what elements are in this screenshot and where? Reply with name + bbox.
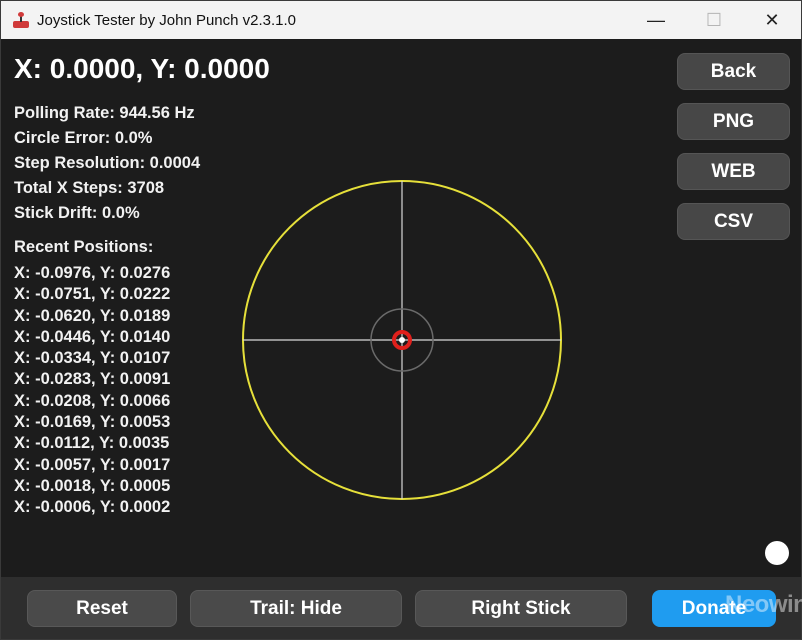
close-button[interactable]: ✕: [743, 1, 801, 39]
png-export-button[interactable]: PNG: [677, 103, 790, 140]
reset-button[interactable]: Reset: [27, 590, 177, 627]
csv-export-button[interactable]: CSV: [677, 203, 790, 240]
joystick-app-icon: [13, 12, 29, 28]
recent-positions-list: X: -0.0976, Y: 0.0276 X: -0.0751, Y: 0.0…: [14, 263, 170, 519]
recent-position-item: X: -0.0169, Y: 0.0053: [14, 413, 171, 432]
step-resolution: Step Resolution: 0.0004: [14, 154, 201, 172]
recent-position-item: X: -0.0057, Y: 0.0017: [14, 455, 171, 474]
recent-position-item: X: -0.0334, Y: 0.0107: [14, 349, 171, 368]
right-stick-button[interactable]: Right Stick: [415, 590, 627, 627]
app-window: Joystick Tester by John Punch v2.3.1.0 —…: [0, 0, 802, 640]
polling-rate: Polling Rate: 944.56 Hz: [14, 104, 195, 122]
recent-position-item: X: -0.0112, Y: 0.0035: [14, 434, 170, 453]
title-bar[interactable]: Joystick Tester by John Punch v2.3.1.0 —…: [1, 1, 801, 39]
minimize-button[interactable]: —: [627, 1, 685, 39]
stick-drift: Stick Drift: 0.0%: [14, 204, 140, 222]
recent-position-item: X: -0.0006, Y: 0.0002: [14, 498, 171, 517]
trail-toggle-button[interactable]: Trail: Hide: [190, 590, 402, 627]
stats-panel: Polling Rate: 944.56 Hz Circle Error: 0.…: [14, 101, 200, 226]
window-title: Joystick Tester by John Punch v2.3.1.0: [37, 11, 297, 29]
record-indicator-icon[interactable]: [765, 541, 789, 565]
back-button[interactable]: Back: [677, 53, 790, 90]
recent-position-item: X: -0.0751, Y: 0.0222: [14, 285, 171, 304]
watermark: Neowin: [725, 591, 802, 618]
footer-toolbar: Reset Trail: Hide Right Stick Donate Neo…: [1, 577, 802, 639]
recent-position-item: X: -0.0283, Y: 0.0091: [14, 370, 171, 389]
joystick-visualizer: [242, 180, 562, 500]
recent-position-item: X: -0.0018, Y: 0.0005: [14, 476, 171, 495]
recent-positions-title: Recent Positions:: [14, 238, 154, 256]
circle-error: Circle Error: 0.0%: [14, 129, 153, 147]
total-x-steps: Total X Steps: 3708: [14, 179, 165, 197]
recent-position-item: X: -0.0976, Y: 0.0276: [14, 264, 171, 282]
window-controls: — ☐ ✕: [627, 1, 801, 39]
recent-position-item: X: -0.0446, Y: 0.0140: [14, 327, 171, 346]
web-button[interactable]: WEB: [677, 153, 790, 190]
recent-position-item: X: -0.0208, Y: 0.0066: [14, 391, 171, 410]
maximize-button[interactable]: ☐: [685, 1, 743, 39]
recent-position-item: X: -0.0620, Y: 0.0189: [14, 306, 171, 325]
main-panel: X: 0.0000, Y: 0.0000 Polling Rate: 944.5…: [1, 39, 801, 577]
coordinate-readout: X: 0.0000, Y: 0.0000: [14, 53, 270, 84]
